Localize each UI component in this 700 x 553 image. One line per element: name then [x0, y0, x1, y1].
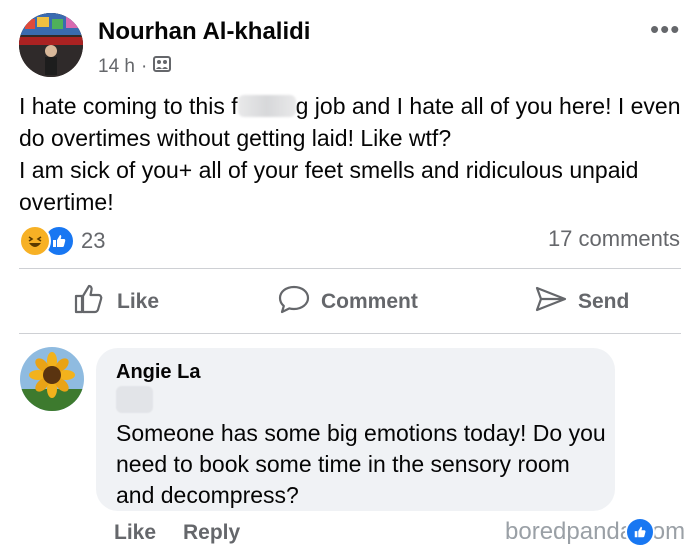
comment-button-label: Comment [321, 290, 418, 313]
censored-word-blur [237, 95, 296, 117]
post-text-line2: I am sick of you+ all of your feet smell… [19, 157, 639, 215]
haha-icon [19, 225, 51, 257]
comment-bubble-icon [277, 284, 311, 320]
meta-separator: · [140, 56, 148, 77]
send-button[interactable]: Send [534, 284, 629, 320]
post-author-avatar[interactable] [19, 13, 83, 77]
post-time[interactable]: 14 h [98, 56, 135, 78]
redacted-blur [116, 386, 153, 413]
send-arrow-icon [534, 284, 568, 320]
like-button-label: Like [117, 290, 160, 313]
post-author-name[interactable]: Nourhan Al-khalidi [98, 18, 310, 46]
post-body: I hate coming to this fg job and I hate … [19, 90, 687, 218]
comment-like-button[interactable]: Like [114, 521, 156, 545]
comment-text: Someone has some big emotions today! Do … [116, 420, 606, 508]
like-button[interactable]: Like [73, 284, 159, 320]
comment-like-reaction-icon [624, 517, 655, 547]
comment-bubble: Angie La Someone has some big emotions t… [96, 348, 615, 511]
thumbs-up-icon [73, 284, 107, 320]
watermark: boredpanda.com 1 [505, 517, 685, 547]
send-button-label: Send [578, 290, 630, 313]
divider [19, 268, 681, 269]
more-options-button[interactable]: ••• [650, 16, 680, 42]
commenter-avatar[interactable] [20, 347, 84, 411]
reaction-count: 23 [81, 228, 106, 253]
commenter-name[interactable]: Angie La [116, 361, 200, 384]
post-text-part1: I hate coming to this f [19, 93, 238, 119]
comment-button[interactable]: Comment [277, 284, 418, 320]
post-meta: 14 h · [98, 55, 172, 79]
divider [19, 333, 681, 334]
comments-count-link[interactable]: 17 comments [548, 226, 680, 252]
watermark-text: boredpanda.com [505, 518, 686, 545]
reaction-summary[interactable]: 23 [19, 225, 105, 257]
comment-reply-button[interactable]: Reply [183, 521, 240, 545]
audience-icon[interactable] [153, 55, 172, 79]
